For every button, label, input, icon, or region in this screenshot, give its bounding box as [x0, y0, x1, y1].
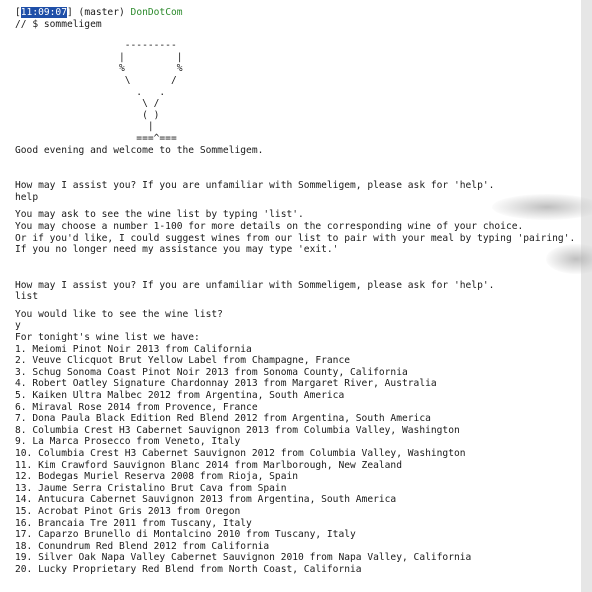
help-line: If you no longer need my assistance you …: [15, 244, 339, 256]
prompt-host: DonDotCom: [130, 7, 183, 18]
help-line: Or if you'd like, I could suggest wines …: [15, 232, 576, 244]
wine-list-item: 6. Miraval Rose 2014 from Provence, Fran…: [15, 401, 258, 413]
wine-list-item: 1. Meiomi Pinot Noir 2013 from Californi…: [15, 343, 252, 355]
help-line: You may choose a number 1-100 for more d…: [15, 220, 524, 232]
user-input-help: help: [15, 191, 39, 203]
terminal-output: [11:09:07] (master) DonDotCom // $ somme…: [15, 7, 580, 576]
user-input-list: list: [15, 291, 39, 303]
wine-list-item: 11. Kim Crawford Sauvignon Blanc 2014 fr…: [15, 459, 402, 471]
wine-list-item: 10. Columbia Crest H3 Cabernet Sauvignon…: [15, 448, 466, 459]
wine-list-item: 9. La Marca Prosecco from Veneto, Italy: [15, 436, 241, 448]
prompt-time: 11:09:07: [20, 7, 67, 18]
wine-list-header: For tonight's wine list we have:: [15, 332, 200, 344]
user-input-confirm: y: [15, 320, 21, 332]
desktop-background-strip: [581, 0, 592, 592]
wine-list-item: 15. Acrobat Pinot Gris 2013 from Oregon: [15, 505, 241, 517]
command-line: // $ sommeligem: [15, 18, 102, 30]
welcome-message: Good evening and welcome to the Sommelig…: [15, 144, 264, 156]
wine-list-item: 7. Dona Paula Black Edition Red Blend 20…: [15, 413, 431, 425]
confirm-question: You would like to see the wine list?: [15, 308, 223, 320]
wine-list-item: 3. Schug Sonoma Coast Pinot Noir 2013 fr…: [15, 366, 408, 378]
wine-list-item: 4. Robert Oatley Signature Chardonnay 20…: [15, 378, 437, 390]
wine-list-item: 19. Silver Oak Napa Valley Cabernet Sauv…: [15, 552, 472, 564]
prompt-bracket-open: [: [15, 7, 21, 18]
prompt-line: [11:09:07] (master) DonDotCom: [15, 7, 580, 19]
wine-glass-ascii-art: --------- | | % % \ / . . \ / ( ) | ===^…: [118, 40, 183, 144]
wine-list-item: 16. Brancaia Tre 2011 from Tuscany, Ital…: [15, 517, 252, 529]
help-line: You may ask to see the wine list by typi…: [15, 209, 304, 221]
terminal-window[interactable]: [11:09:07] (master) DonDotCom // $ somme…: [0, 0, 592, 592]
wine-list-item: 12. Bodegas Muriel Reserva 2008 from Rio…: [15, 471, 299, 483]
wine-list-item: 2. Veuve Clicquot Brut Yellow Label from…: [15, 355, 351, 367]
wine-list-item: 13. Jaume Serra Cristalino Brut Cava fro…: [15, 482, 287, 494]
prompt-branch: (master): [72, 7, 131, 18]
wine-list-item: 20. Lucky Proprietary Red Blend from Nor…: [15, 563, 362, 575]
wine-list-item: 8. Columbia Crest H3 Cabernet Sauvignon …: [15, 424, 460, 436]
wine-list-item: 5. Kaiken Ultra Malbec 2012 from Argenti…: [15, 390, 345, 402]
assist-prompt: How may I assist you? If you are unfamil…: [15, 180, 495, 192]
wine-list-item: 17. Caparzo Brunello di Montalcino 2010 …: [15, 529, 356, 541]
assist-prompt: How may I assist you? If you are unfamil…: [15, 279, 495, 291]
wine-list-item: 14. Antucura Cabernet Sauvignon 2013 fro…: [15, 494, 397, 506]
wine-list-item: 18. Conundrum Red Blend 2012 from Califo…: [15, 540, 270, 552]
